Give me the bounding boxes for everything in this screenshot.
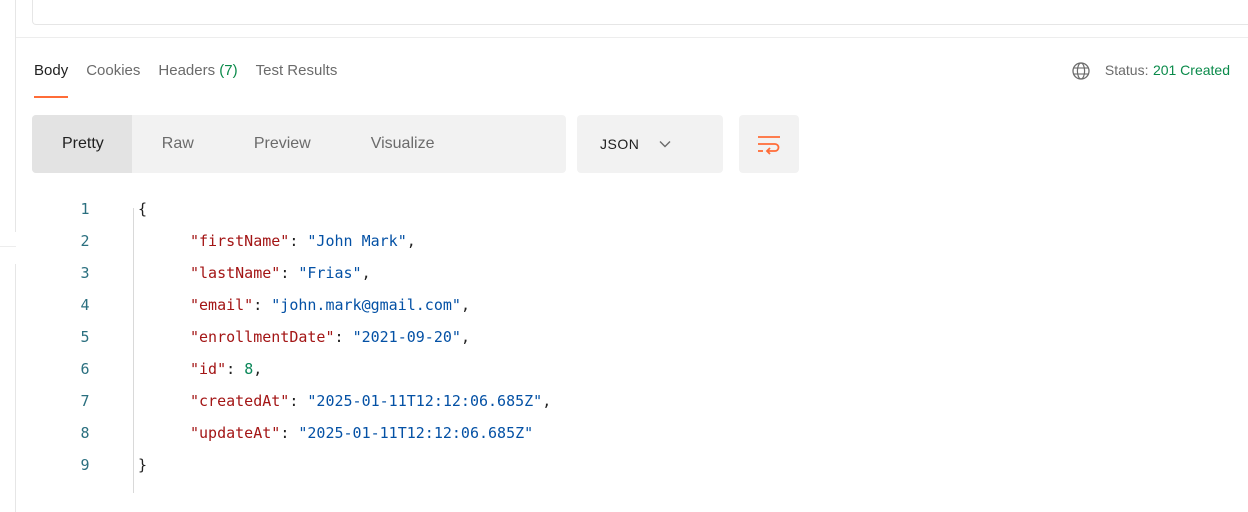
tab-headers[interactable]: Headers (7)	[158, 58, 237, 88]
tab-label: Body	[34, 62, 69, 79]
code-line: 6 "id": 8,	[0, 353, 1248, 385]
comma: ,	[460, 328, 470, 346]
json-value: "2025-01-11T12:12:06.685Z"	[298, 424, 534, 442]
json-value: "2025-01-11T12:12:06.685Z"	[307, 392, 543, 410]
line-number: 4	[80, 296, 90, 314]
status-label: Status:	[1104, 62, 1149, 78]
view-visualize[interactable]: Visualize	[341, 115, 465, 173]
comma: ,	[542, 392, 552, 410]
json-key: "createdAt"	[190, 392, 290, 410]
code-line: 8 "updateAt": "2025-01-11T12:12:06.685Z"	[0, 417, 1248, 449]
code-line: 5 "enrollmentDate": "2021-09-20",	[0, 321, 1248, 353]
comma: ,	[253, 360, 263, 378]
tab-cookies[interactable]: Cookies	[86, 58, 140, 88]
code-line: 2 "firstName": "John Mark",	[0, 225, 1248, 257]
view-mode-selector: Pretty Raw Preview Visualize	[32, 115, 566, 173]
wrap-lines-icon	[758, 136, 780, 155]
view-pretty[interactable]: Pretty	[32, 115, 132, 173]
code-line: 9 }	[0, 449, 1248, 481]
json-value: 8	[244, 360, 254, 378]
tab-body[interactable]: Body	[34, 58, 69, 98]
line-number: 3	[80, 264, 90, 282]
headers-count-badge: (7)	[219, 62, 238, 79]
comma: ,	[406, 232, 416, 250]
tab-test-results[interactable]: Test Results	[256, 58, 338, 88]
view-raw[interactable]: Raw	[132, 115, 224, 173]
json-key: "email"	[190, 296, 254, 314]
response-status: Status: 201 Created	[1071, 58, 1230, 84]
code-line: 3 "lastName": "Frias",	[0, 257, 1248, 289]
format-dropdown[interactable]: JSON	[577, 115, 723, 173]
globe-icon[interactable]	[1071, 61, 1091, 81]
json-value: "2021-09-20"	[352, 328, 461, 346]
line-number: 5	[80, 328, 90, 346]
json-key: "enrollmentDate"	[190, 328, 335, 346]
tab-label: Test Results	[255, 62, 338, 79]
line-number: 8	[80, 424, 90, 442]
request-editor-panel	[32, 0, 1248, 25]
view-preview[interactable]: Preview	[224, 115, 341, 173]
tab-label: Cookies	[86, 62, 141, 79]
line-number: 9	[80, 456, 90, 474]
comma: ,	[361, 264, 371, 282]
chevron-down-icon	[659, 141, 671, 148]
json-value: "Frias"	[298, 264, 362, 282]
json-key: "firstName"	[190, 232, 290, 250]
code-line: 7 "createdAt": "2025-01-11T12:12:06.685Z…	[0, 385, 1248, 417]
response-tabs: Body Cookies Headers (7) Test Results	[34, 58, 355, 98]
format-selected: JSON	[600, 136, 640, 152]
status-value[interactable]: 201 Created	[1153, 62, 1230, 78]
json-key: "id"	[190, 360, 227, 378]
line-number: 6	[80, 360, 90, 378]
divider	[16, 37, 1248, 38]
line-number: 2	[80, 232, 90, 250]
json-value: "John Mark"	[307, 232, 407, 250]
code-line: 4 "email": "john.mark@gmail.com",	[0, 289, 1248, 321]
open-brace: {	[138, 200, 148, 218]
code-line: 1 {	[0, 193, 1248, 225]
line-number: 7	[80, 392, 90, 410]
close-brace: }	[138, 456, 148, 474]
tab-label: Headers	[158, 62, 216, 79]
json-key: "lastName"	[190, 264, 281, 282]
line-number: 1	[80, 200, 90, 218]
comma: ,	[460, 296, 470, 314]
wrap-lines-button[interactable]	[739, 115, 799, 173]
json-value: "john.mark@gmail.com"	[271, 296, 461, 314]
json-key: "updateAt"	[190, 424, 281, 442]
